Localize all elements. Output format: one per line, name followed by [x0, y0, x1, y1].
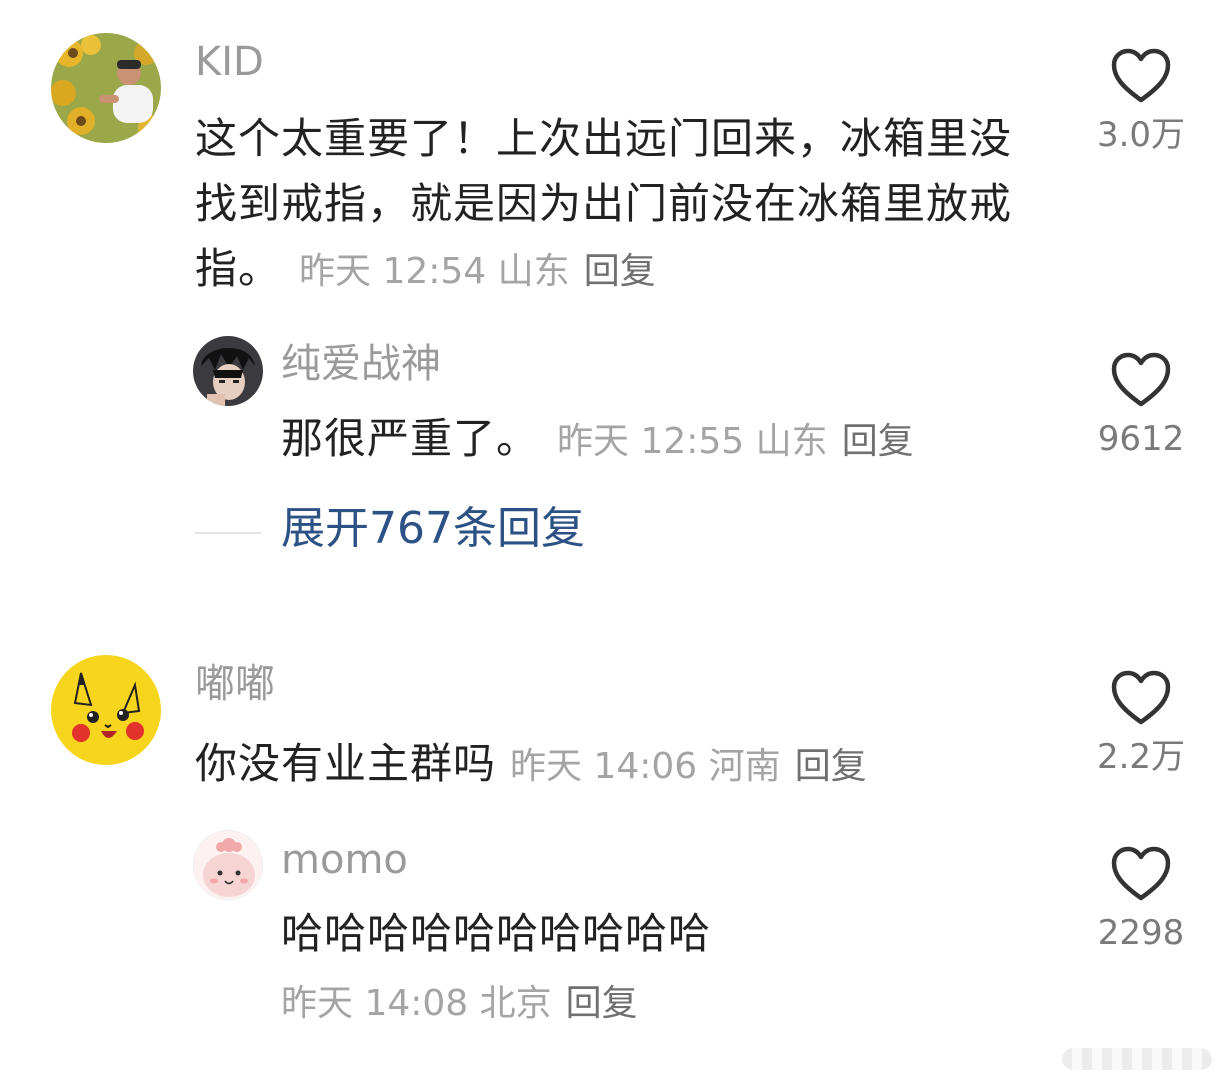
avatar-person-sunflower-icon — [51, 33, 161, 143]
reply-username[interactable]: momo — [281, 840, 408, 880]
comment-body: 你没有业主群吗 昨天 14:06 河南 回复 — [195, 731, 1075, 799]
heart-icon — [1111, 670, 1171, 725]
expand-divider — [195, 532, 261, 534]
like-count: 2298 — [1097, 913, 1185, 953]
heart-icon — [1111, 352, 1171, 407]
reply-body: 那很严重了。 昨天 12:55 山东 回复 — [281, 406, 1041, 474]
avatar-dudu[interactable] — [51, 655, 161, 765]
like-button[interactable]: 2.2万 — [1086, 670, 1196, 774]
like-button[interactable]: 2298 — [1086, 846, 1196, 950]
reply-button[interactable]: 回复 — [795, 746, 867, 787]
reply-time: 昨天 12:55 — [557, 421, 745, 462]
avatar-pikachu-icon — [51, 655, 161, 765]
comment-time: 昨天 12:54 — [299, 251, 487, 292]
comment-text: 你没有业主群吗 — [195, 739, 497, 788]
comment-body: 这个太重要了！上次出远门回来，冰箱里没找到戒指，就是因为出门前没在冰箱里放戒指。… — [195, 106, 1015, 304]
avatar-reply[interactable] — [193, 336, 263, 406]
comment-username[interactable]: KID — [195, 42, 264, 82]
comment-location: 河南 — [708, 746, 781, 787]
reply-text: 那很严重了。 — [281, 414, 540, 463]
watermark — [1062, 1048, 1212, 1070]
avatar-pink-cartoon-icon — [194, 831, 262, 899]
like-button[interactable]: 9612 — [1086, 352, 1196, 456]
reply-text: 哈哈哈哈哈哈哈哈哈哈 — [281, 909, 712, 958]
heart-icon — [1111, 846, 1171, 901]
comment-location: 山东 — [497, 251, 570, 292]
reply-location: 山东 — [755, 421, 828, 462]
heart-icon — [1111, 48, 1171, 103]
reply-time: 昨天 14:08 — [281, 983, 469, 1024]
like-count: 2.2万 — [1096, 737, 1186, 777]
comment-list: KID 这个太重要了！上次出远门回来，冰箱里没找到戒指，就是因为出门前没在冰箱里… — [0, 0, 1224, 1080]
reply-button[interactable]: 回复 — [566, 983, 638, 1024]
avatar-kid[interactable] — [51, 33, 161, 143]
comment-meta: 昨天 14:06 河南 回复 — [510, 746, 867, 787]
like-count: 3.0万 — [1096, 115, 1186, 155]
avatar-anime-character-icon — [193, 336, 263, 406]
avatar-momo[interactable] — [193, 830, 263, 900]
reply-button[interactable]: 回复 — [584, 251, 656, 292]
reply-meta: 昨天 14:08 北京 回复 — [281, 986, 638, 1022]
expand-replies-link[interactable]: 展开767条回复 — [281, 507, 585, 551]
reply-button[interactable]: 回复 — [842, 421, 914, 462]
reply-meta: 昨天 12:55 山东 回复 — [557, 421, 914, 462]
reply-username[interactable]: 纯爱战神 — [281, 344, 441, 384]
comment-meta: 昨天 12:54 山东 回复 — [299, 251, 656, 292]
like-button[interactable]: 3.0万 — [1086, 48, 1196, 152]
like-count: 9612 — [1097, 419, 1185, 459]
reply-location: 北京 — [479, 983, 552, 1024]
comment-time: 昨天 14:06 — [510, 746, 698, 787]
comment-username[interactable]: 嘟嘟 — [195, 664, 275, 704]
